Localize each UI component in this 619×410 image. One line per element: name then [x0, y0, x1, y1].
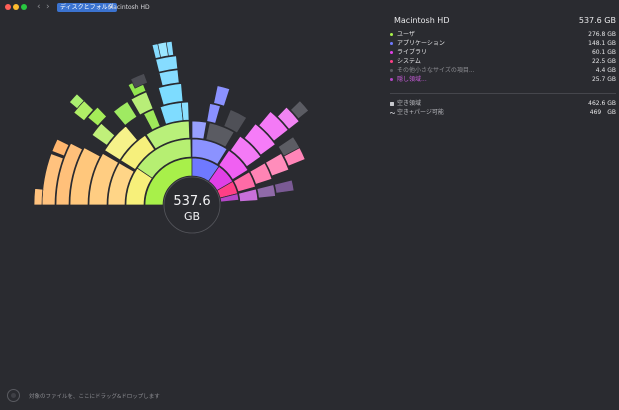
list-item-users[interactable]: ユーザ 276.8 GB	[390, 30, 616, 39]
panel-title: Macintosh HD	[394, 16, 450, 25]
free-purgeable-value: 469 GB	[589, 109, 616, 116]
hidden-sub-segment[interactable]	[274, 179, 295, 194]
item-label: その他小さなサイズの項目...	[397, 67, 475, 74]
drop-target-icon[interactable]	[7, 389, 20, 402]
list-item-library[interactable]: ライブラリ 60.1 GB	[390, 48, 616, 57]
item-size: 276.8 GB	[588, 31, 616, 38]
item-size: 60.1 GB	[591, 49, 616, 56]
center-size-unit: GB	[184, 210, 200, 223]
free-space-label: 空き領域	[397, 100, 422, 107]
item-size: 22.5 GB	[591, 58, 616, 65]
item-size: 25.7 GB	[591, 76, 616, 83]
system-color-dot	[390, 60, 393, 63]
list-item-other-small-items[interactable]: その他小さなサイズの項目... 4.4 GB	[390, 66, 616, 75]
center-size-value: 537.6	[173, 194, 210, 209]
other-color-dot	[390, 69, 393, 72]
users-color-dot	[390, 33, 393, 36]
list-item-hidden-space[interactable]: 隠し領域... 25.7 GB	[390, 75, 616, 84]
users-sub-segment[interactable]	[33, 188, 44, 206]
users-sub-segment[interactable]	[143, 109, 161, 131]
tilde-icon	[390, 111, 395, 114]
item-size: 4.4 GB	[595, 67, 616, 74]
item-size: 148.1 GB	[588, 40, 616, 47]
hidden-space-color-dot	[390, 78, 393, 81]
square-icon	[390, 101, 394, 106]
list-item-system[interactable]: システム 22.5 GB	[390, 57, 616, 66]
users-sub-segment[interactable]	[155, 55, 179, 73]
drop-target-inner	[11, 393, 16, 398]
users-sub-segment[interactable]	[158, 69, 180, 87]
library-color-dot	[390, 51, 393, 54]
drop-hint-text: 対象のファイルを、ここにドラッグ&ドロップします	[29, 394, 160, 400]
list-item-applications[interactable]: アプリケーション 148.1 GB	[390, 39, 616, 48]
applications-sub-segment[interactable]	[191, 120, 207, 140]
item-label: ユーザ	[397, 31, 415, 38]
free-purgeable-label: 空き+パージ可能	[397, 109, 444, 116]
hidden-sub-segment[interactable]	[256, 184, 276, 199]
item-label: ライブラリ	[397, 49, 428, 56]
applications-sub-segment[interactable]	[213, 85, 231, 107]
users-sub-segment[interactable]	[113, 101, 138, 126]
applications-sub-segment[interactable]	[206, 103, 221, 124]
panel-total-size: 537.6 GB	[578, 16, 616, 25]
applications-color-dot	[390, 42, 393, 45]
sunburst-segments[interactable]	[33, 40, 310, 206]
free-space-value: 462.6 GB	[588, 100, 616, 107]
users-sub-segment[interactable]	[157, 83, 184, 106]
users-sub-segment[interactable]	[159, 102, 184, 125]
item-label: システム	[397, 58, 421, 65]
free-space-row: 空き領域 462.6 GB	[390, 99, 616, 108]
panel-divider	[390, 93, 616, 94]
item-label: 隠し領域...	[397, 76, 427, 83]
free-purgeable-row: 空き+パージ可能 469 GB	[390, 108, 616, 117]
item-label: アプリケーション	[397, 40, 445, 47]
